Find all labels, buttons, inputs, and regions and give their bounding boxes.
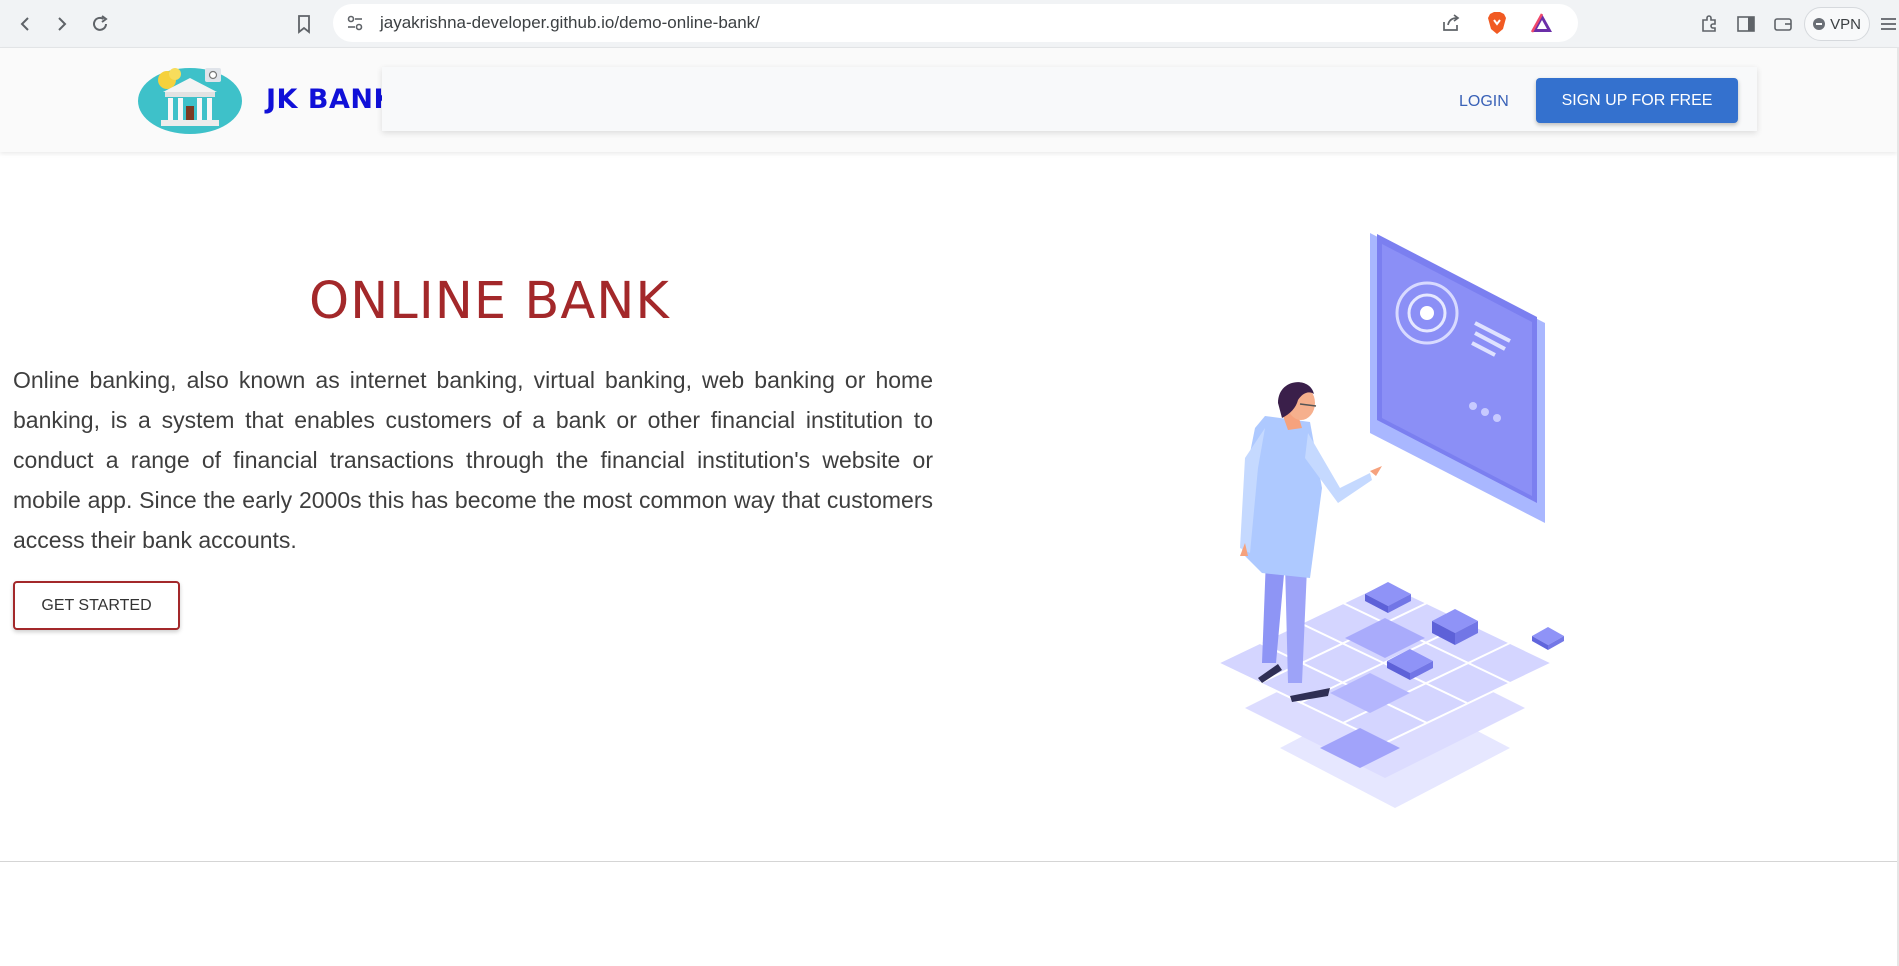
extensions-icon[interactable] xyxy=(1695,10,1723,38)
vpn-button[interactable]: VPN xyxy=(1804,7,1870,41)
reload-icon[interactable] xyxy=(86,10,114,38)
vpn-status-icon xyxy=(1813,18,1826,30)
site-header: JK BANK LOGIN SIGN UP FOR FREE xyxy=(0,48,1897,152)
signup-button[interactable]: SIGN UP FOR FREE xyxy=(1536,78,1738,123)
section-divider xyxy=(0,861,1897,862)
url-text[interactable]: jayakrishna-developer.github.io/demo-onl… xyxy=(380,13,760,33)
bank-logo[interactable] xyxy=(137,64,243,134)
page: JK BANK LOGIN SIGN UP FOR FREE ONLINE BA… xyxy=(0,48,1899,966)
online-banking-illustration xyxy=(1210,208,1580,868)
vpn-label: VPN xyxy=(1830,15,1861,33)
brave-rewards-icon[interactable] xyxy=(1530,11,1554,35)
hero-title: ONLINE BANK xyxy=(309,272,670,331)
wallet-icon[interactable] xyxy=(1769,10,1797,38)
get-started-button[interactable]: GET STARTED xyxy=(13,581,180,630)
site-settings-icon[interactable] xyxy=(343,11,367,35)
browser-toolbar: jayakrishna-developer.github.io/demo-onl… xyxy=(0,0,1899,48)
hero-description: Online banking, also known as internet b… xyxy=(13,367,933,553)
login-link[interactable]: LOGIN xyxy=(1459,93,1509,111)
menu-icon[interactable] xyxy=(1877,10,1899,38)
brave-shield-icon[interactable] xyxy=(1485,11,1509,35)
forward-icon[interactable] xyxy=(48,10,76,38)
bookmark-icon[interactable] xyxy=(290,10,318,38)
back-icon[interactable] xyxy=(11,10,39,38)
share-icon[interactable] xyxy=(1439,11,1463,35)
sidebar-icon[interactable] xyxy=(1732,10,1760,38)
address-bar[interactable]: jayakrishna-developer.github.io/demo-onl… xyxy=(333,4,1578,42)
brand-name[interactable]: JK BANK xyxy=(266,84,395,115)
